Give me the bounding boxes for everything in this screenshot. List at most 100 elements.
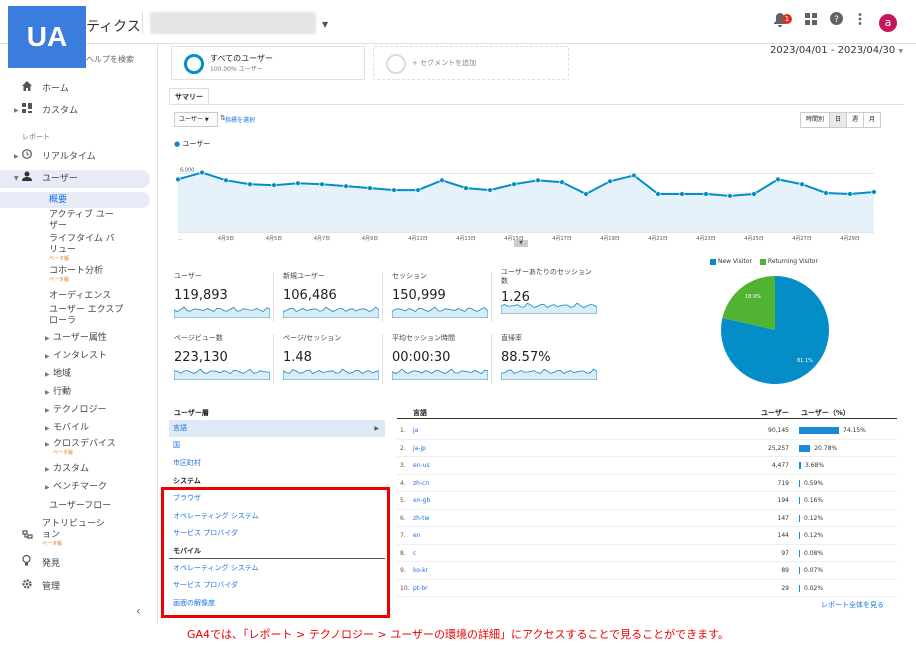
sidebar-item-technology[interactable]: ▶ テクノロジー <box>45 405 106 416</box>
tab-summary[interactable]: サマリー <box>169 88 209 104</box>
kpi-sessions: セッション 150,999 <box>392 272 492 322</box>
metric-select[interactable]: ユーザー ▼ <box>174 112 218 127</box>
data-point[interactable] <box>559 179 565 185</box>
data-point[interactable] <box>847 191 853 197</box>
help-icon[interactable]: ? <box>830 12 843 30</box>
pie-label-returning: 18.9% <box>745 294 761 300</box>
sidebar-item-behavior[interactable]: ▶ 行動 <box>45 387 71 398</box>
sidebar-item-lifetime-value[interactable]: ライフタイム バリュー ベータ版 <box>49 234 121 263</box>
sidebar-item-benchmark[interactable]: ▶ ベンチマーク <box>45 482 107 493</box>
data-point[interactable] <box>199 169 205 176</box>
data-point[interactable] <box>871 189 877 195</box>
sidebar-item-interests[interactable]: ▶ インタレスト <box>45 351 107 362</box>
table-row: 1. ja 90,145 74.15% <box>397 422 897 440</box>
row-language-link[interactable]: en-gb <box>413 492 430 509</box>
data-point[interactable] <box>583 191 589 197</box>
sidebar-item-realtime[interactable]: ▶ リアルタイム <box>0 148 158 166</box>
sidebar-item-attribution[interactable]: アトリビューション ベータ版 <box>22 519 152 551</box>
x-tick-label: 4月9日 <box>362 236 378 242</box>
data-point[interactable] <box>823 190 829 196</box>
chevron-right-icon: ▶ <box>374 425 379 432</box>
data-point[interactable] <box>223 177 229 184</box>
period-hourly-button[interactable]: 時間別 <box>801 113 831 127</box>
data-point[interactable] <box>175 176 181 183</box>
row-language-link[interactable]: en-us <box>413 457 430 474</box>
sidebar-item-active-users[interactable]: アクティブ ユーザー <box>49 210 121 232</box>
data-point[interactable] <box>463 185 469 191</box>
period-month-button[interactable]: 月 <box>864 113 880 127</box>
collapse-sidebar-icon[interactable]: ‹ <box>136 604 141 618</box>
sidebar-item-user-explorer[interactable]: ユーザー エクスプローラ <box>49 305 125 327</box>
chevron-down-icon[interactable]: ▼ <box>322 20 328 29</box>
sidebar-item-admin[interactable]: 管理 <box>0 578 158 596</box>
data-point[interactable] <box>727 193 733 199</box>
avatar[interactable]: a <box>879 14 897 32</box>
data-point[interactable] <box>511 181 517 187</box>
account-selector-blurred[interactable] <box>150 12 316 34</box>
row-language-link[interactable]: ja-jp <box>413 440 426 457</box>
pick-metric-link[interactable]: 指標を選択 <box>225 115 255 124</box>
row-language-link[interactable]: ko-kr <box>413 562 428 579</box>
data-point[interactable] <box>415 187 421 193</box>
x-tick-label: 4月19日 <box>600 236 620 242</box>
sidebar-item-geo[interactable]: ▶ 地域 <box>45 369 71 380</box>
sidebar-item-audience[interactable]: オーディエンス <box>49 291 111 302</box>
sidebar-item-cross-device[interactable]: ▶ クロスデバイス ベータ版 <box>45 439 116 457</box>
data-point[interactable] <box>703 191 709 197</box>
data-point[interactable] <box>607 178 613 184</box>
segment-all-users[interactable]: すべてのユーザー 100.00% ユーザー <box>171 46 365 80</box>
data-point[interactable] <box>655 191 661 197</box>
dimension-language[interactable]: 言語 ▶ <box>169 420 385 437</box>
table-row: 4. zh-cn 719 0.59% <box>397 475 897 492</box>
data-point[interactable] <box>487 187 493 193</box>
data-point[interactable] <box>439 177 445 184</box>
apps-grid-icon[interactable] <box>805 12 817 30</box>
data-point[interactable] <box>247 181 253 187</box>
row-language-link[interactable]: en <box>413 527 421 544</box>
period-day-button[interactable]: 日 <box>830 113 848 127</box>
data-point[interactable] <box>271 182 277 188</box>
sidebar-item-custom[interactable]: ▶ カスタム <box>0 102 158 120</box>
table-row: 8. c 97 0.08% <box>397 545 897 562</box>
data-point[interactable] <box>535 177 541 184</box>
sidebar-item-home[interactable]: ホーム <box>0 80 158 98</box>
dimension-city[interactable]: 市区町村 <box>169 455 385 472</box>
row-language-link[interactable]: zh-cn <box>413 475 429 492</box>
sidebar-item-overview[interactable]: 概要 <box>0 192 150 208</box>
data-point[interactable] <box>631 172 637 179</box>
more-vert-icon[interactable] <box>858 12 862 30</box>
data-point[interactable] <box>799 181 805 187</box>
sidebar-item-user-attributes[interactable]: ▶ ユーザー属性 <box>45 333 107 344</box>
row-language-link[interactable]: pt-br <box>413 580 428 597</box>
period-week-button[interactable]: 週 <box>847 113 865 127</box>
table-row: 7. en 144 0.12% <box>397 527 897 545</box>
sidebar-item-user[interactable]: ▼ ユーザー <box>0 170 150 188</box>
chevron-right-icon: ▶ <box>14 107 19 114</box>
sidebar-item-cohort[interactable]: コホート分析 ベータ版 <box>49 266 103 284</box>
data-point[interactable] <box>295 180 301 186</box>
row-language-link[interactable]: c <box>413 545 416 562</box>
y-tick-label: 6,000 <box>180 168 194 174</box>
data-point[interactable] <box>343 183 349 189</box>
chevron-right-icon: ▶ <box>45 407 50 414</box>
sidebar-item-custom-sub[interactable]: ▶ カスタム <box>45 464 89 475</box>
full-report-link[interactable]: レポート全体を見る <box>821 600 884 610</box>
data-point[interactable] <box>751 191 757 197</box>
sidebar-item-mobile[interactable]: ▶ モバイル <box>45 423 89 434</box>
dimension-country[interactable]: 国 <box>169 437 385 454</box>
data-point[interactable] <box>391 187 397 193</box>
sidebar-item-discover[interactable]: 発見 <box>0 554 158 573</box>
date-range-picker[interactable]: 2023/04/01 - 2023/04/30 ▼ <box>770 45 903 56</box>
sidebar-item-user-flow[interactable]: ユーザーフロー <box>49 501 111 512</box>
home-icon <box>22 80 32 98</box>
data-point[interactable] <box>367 185 373 191</box>
add-segment-button[interactable]: + セグメントを追加 <box>373 46 569 80</box>
row-pct: 0.08% <box>804 549 824 557</box>
help-search-hint[interactable]: ヘルプを検索 <box>86 54 134 65</box>
row-language-link[interactable]: zh-tw <box>413 510 429 527</box>
data-point[interactable] <box>679 191 685 197</box>
row-language-link[interactable]: ja <box>413 422 418 439</box>
chart-collapse-handle[interactable]: ▼ <box>514 240 528 247</box>
data-point[interactable] <box>319 181 325 187</box>
data-point[interactable] <box>775 176 781 183</box>
